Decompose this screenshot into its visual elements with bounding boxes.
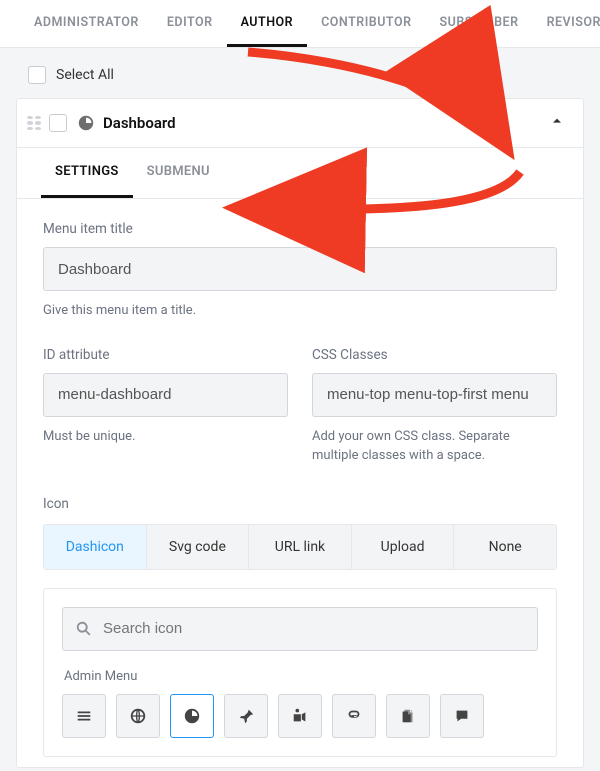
role-tab-author[interactable]: AUTHOR (227, 0, 308, 47)
icon-option-comments[interactable] (440, 694, 484, 738)
menu-icon (75, 707, 93, 725)
select-all-label: Select All (56, 67, 114, 83)
card-title: Dashboard (103, 114, 176, 132)
settings-panel: Menu item title Give this menu item a ti… (17, 199, 583, 767)
item-checkbox[interactable] (49, 114, 67, 132)
css-input[interactable] (312, 373, 557, 417)
icon-option-links[interactable] (332, 694, 376, 738)
icon-tab-svg[interactable]: Svg code (147, 525, 250, 569)
select-all-checkbox[interactable] (28, 66, 46, 84)
icon-option-site[interactable] (116, 694, 160, 738)
css-label: CSS Classes (312, 347, 557, 363)
id-label: ID attribute (43, 347, 288, 363)
tab-submenu[interactable]: SUBMENU (133, 148, 224, 198)
icon-option-dashboard[interactable] (170, 694, 214, 738)
icon-tab-none[interactable]: None (454, 525, 556, 569)
card-header: Dashboard (17, 99, 583, 148)
icon-search-wrap (62, 607, 538, 651)
icon-option-pages[interactable] (386, 694, 430, 738)
role-tab-revisor[interactable]: REVISOR (533, 0, 600, 47)
icon-tab-dashicon[interactable]: Dashicon (44, 525, 147, 569)
media-icon (291, 707, 309, 725)
icon-option-post[interactable] (224, 694, 268, 738)
icon-search-input[interactable] (103, 620, 525, 637)
pin-icon (237, 707, 255, 725)
role-tab-administrator[interactable]: ADMINISTRATOR (20, 0, 153, 47)
link-icon (345, 707, 363, 725)
collapse-toggle[interactable] (549, 113, 565, 133)
icon-option-menu[interactable] (62, 694, 106, 738)
role-tab-contributor[interactable]: CONTRIBUTOR (307, 0, 425, 47)
role-tab-editor[interactable]: EDITOR (153, 0, 227, 47)
role-tabs: ADMINISTRATOR EDITOR AUTHOR CONTRIBUTOR … (0, 0, 600, 48)
dashboard-icon (183, 707, 201, 725)
select-all-row: Select All (0, 48, 600, 98)
id-input[interactable] (43, 373, 288, 417)
icon-option-media[interactable] (278, 694, 322, 738)
site-icon (129, 707, 147, 725)
icon-category-label: Admin Menu (64, 669, 538, 684)
icon-tab-url[interactable]: URL link (249, 525, 352, 569)
title-hint: Give this menu item a title. (43, 301, 557, 321)
title-input[interactable] (43, 247, 557, 291)
id-hint: Must be unique. (43, 427, 288, 447)
drag-handle-icon[interactable] (27, 116, 41, 130)
title-label: Menu item title (43, 221, 557, 237)
css-hint: Add your own CSS class. Separate multipl… (312, 427, 557, 466)
dashboard-icon (77, 114, 95, 132)
chevron-up-icon (549, 113, 565, 129)
icon-tab-upload[interactable]: Upload (352, 525, 455, 569)
comment-icon (453, 707, 471, 725)
search-icon (75, 620, 93, 638)
icon-section-label: Icon (43, 496, 557, 512)
page-icon (399, 707, 417, 725)
icon-type-tabs: Dashicon Svg code URL link Upload None (43, 524, 557, 570)
role-tab-subscriber[interactable]: SUBSCRIBER (426, 0, 533, 47)
menu-item-card: Dashboard SETTINGS SUBMENU Menu item tit… (16, 98, 584, 768)
inner-tabs: SETTINGS SUBMENU (17, 148, 583, 199)
tab-settings[interactable]: SETTINGS (41, 148, 133, 198)
icon-grid (62, 694, 538, 738)
icon-picker-panel: Admin Menu (43, 588, 557, 757)
